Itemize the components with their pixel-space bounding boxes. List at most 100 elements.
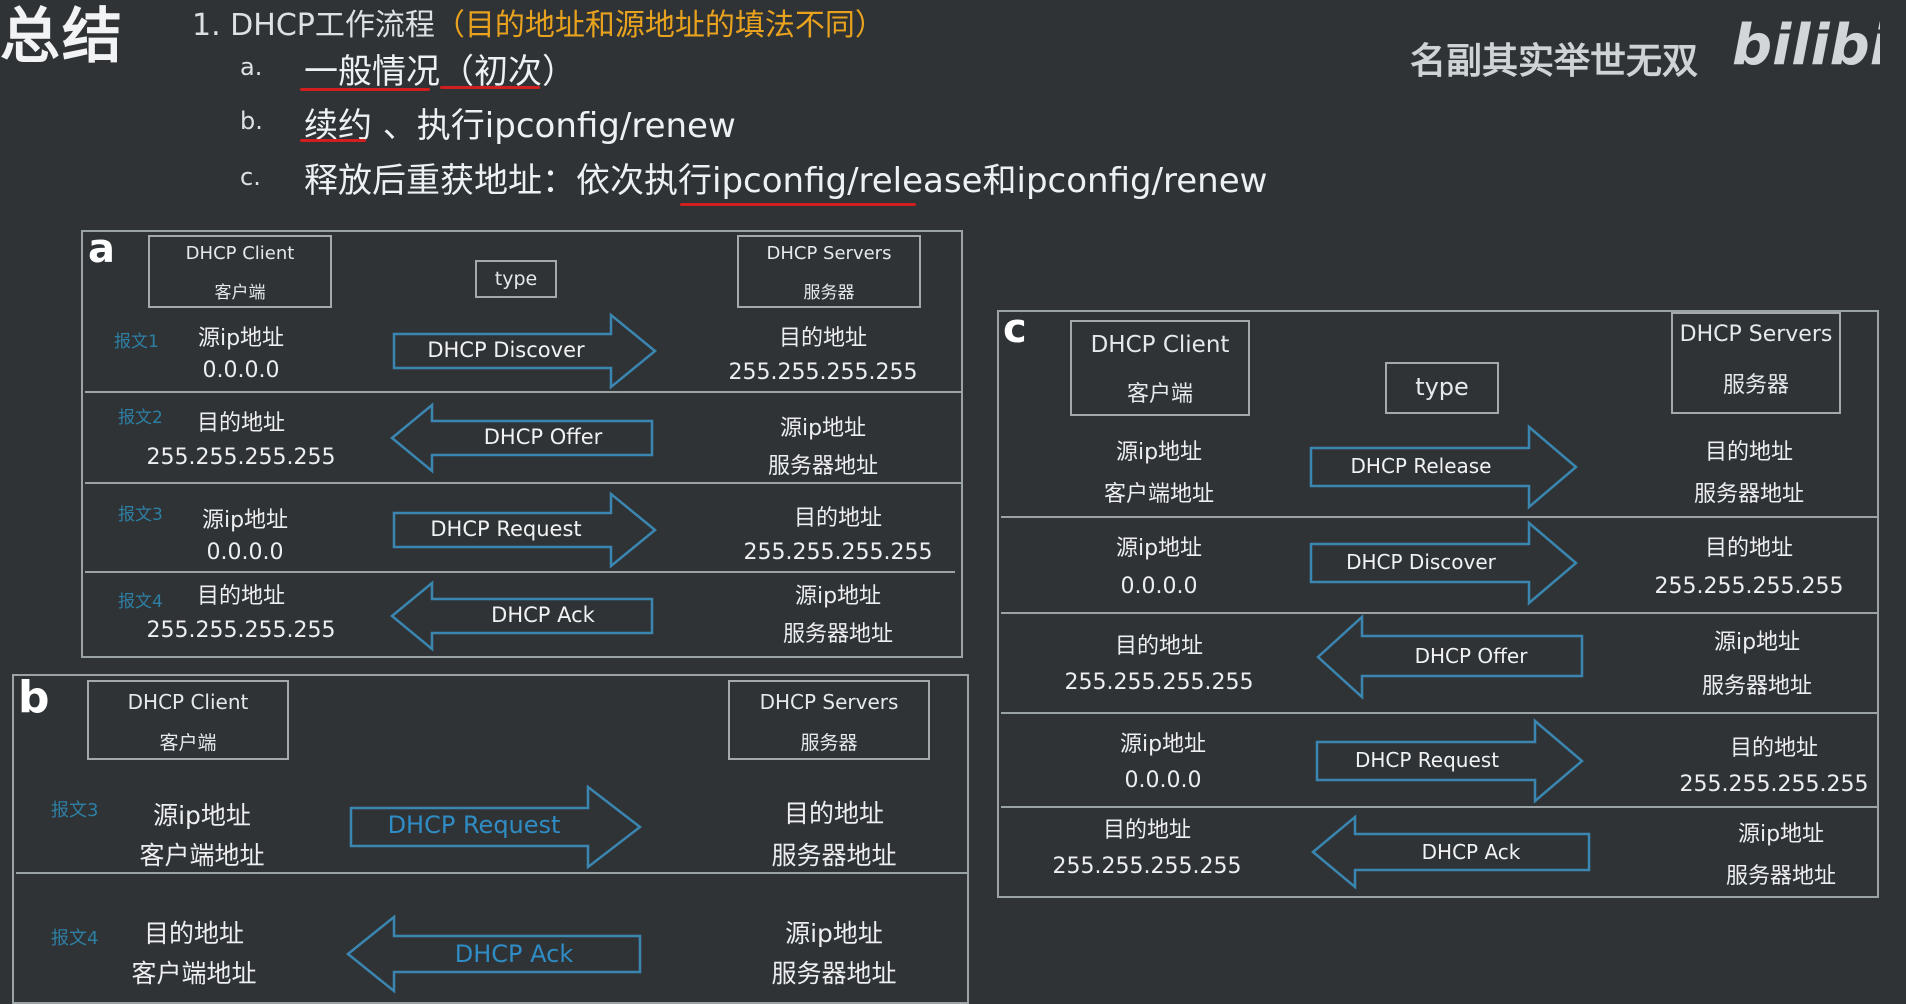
right-field-label: 目的地址	[793, 506, 882, 531]
right-field-value: 255.255.255.255	[743, 540, 933, 565]
client-box-title: DHCP Client	[185, 243, 295, 264]
right-field-label: 源ip地址	[1737, 822, 1825, 847]
right-field-value: 255.255.255.255	[728, 360, 918, 385]
left-field-label: 源ip地址	[1115, 536, 1203, 561]
server-box-title: DHCP Servers	[1679, 322, 1833, 347]
underline-mark	[300, 88, 430, 91]
right-field-label: 源ip地址	[794, 584, 882, 609]
slide-heading: 总结	[0, 2, 124, 72]
left-field-value: 0.0.0.0	[202, 358, 280, 383]
row-divider	[1001, 806, 1877, 808]
message-number: 报文3	[51, 800, 99, 821]
left-field-value: 客户端地址	[139, 841, 265, 870]
type-box: type	[1385, 362, 1499, 414]
panel-b: b DHCP Client 客户端 DHCP Servers 服务器 报文3 源…	[12, 672, 969, 1004]
row-divider	[85, 482, 961, 484]
left-field-label: 源ip地址	[201, 508, 289, 533]
row-divider	[85, 571, 955, 573]
left-field-value: 客户端地址	[131, 959, 257, 988]
right-field-value: 服务器地址	[782, 622, 893, 647]
bilibili-logo-text: bilibili	[1732, 13, 1880, 72]
panel-c: c DHCP Client 客户端 type DHCP Servers 服务器 …	[997, 306, 1879, 898]
right-field-label: 目的地址	[783, 799, 884, 828]
right-field-label: 目的地址	[1704, 440, 1793, 465]
arrow-label: DHCP Request	[430, 517, 582, 541]
client-box-title: DHCP Client	[1090, 332, 1230, 358]
left-field-value: 0.0.0.0	[1120, 574, 1198, 599]
server-box-title: DHCP Servers	[759, 690, 899, 714]
underline-mark	[300, 139, 366, 142]
underline-mark	[680, 203, 916, 206]
client-box-subtitle: 客户端	[159, 732, 217, 754]
server-box-subtitle: 服务器	[803, 283, 855, 303]
right-field-value: 服务器地址	[1693, 482, 1804, 507]
item-1: 1. DHCP工作流程（目的地址和源地址的填法不同）	[192, 0, 885, 44]
left-field-label: 目的地址	[1102, 818, 1191, 843]
server-box-title: DHCP Servers	[766, 243, 892, 264]
subitem-c-letter: c.	[240, 163, 261, 191]
right-field-value: 服务器地址	[767, 454, 878, 479]
left-field-value: 255.255.255.255	[1052, 854, 1242, 879]
right-field-value: 服务器地址	[771, 959, 897, 988]
left-field-value: 255.255.255.255	[1064, 670, 1254, 695]
panel-b-label: b	[18, 672, 50, 723]
left-field-value: 0.0.0.0	[206, 540, 284, 565]
right-field-label: 源ip地址	[1713, 630, 1801, 655]
panel-a-label: a	[88, 226, 115, 272]
left-field-value: 255.255.255.255	[146, 445, 336, 470]
subitem-b-letter: b.	[240, 107, 263, 135]
arrow-label: DHCP Ack	[491, 603, 595, 627]
subitem-b-text: 续约 、执行ipconfig/renew	[304, 106, 736, 146]
message-number: 报文4	[51, 928, 99, 949]
arrow-label: DHCP Ack	[1421, 840, 1521, 864]
left-field-value: 255.255.255.255	[146, 618, 336, 643]
arrow-label: DHCP Ack	[454, 940, 574, 968]
arrow-label: DHCP Discover	[1346, 550, 1496, 574]
message-number: 报文2	[118, 408, 163, 428]
watermark-slogan: 名副其实举世无双	[1410, 41, 1699, 82]
left-field-label: 目的地址	[143, 919, 244, 948]
row-divider	[85, 391, 961, 393]
underline-mark	[440, 86, 540, 89]
left-field-label: 目的地址	[196, 411, 285, 436]
bilibili-logo-icon: bilibili	[1732, 13, 1880, 72]
left-field-value: 客户端地址	[1103, 482, 1214, 507]
arrow-label: DHCP Request	[1354, 748, 1500, 772]
right-field-value: 255.255.255.255	[1654, 574, 1844, 599]
left-field-label: 源ip地址	[1115, 440, 1203, 465]
item-1-number: 1.	[192, 8, 221, 43]
client-box: DHCP Client 客户端	[148, 235, 332, 308]
arrow-label: DHCP Offer	[1414, 644, 1528, 668]
left-field-value: 0.0.0.0	[1124, 768, 1202, 793]
client-box-subtitle: 客户端	[1126, 382, 1193, 407]
client-box: DHCP Client 客户端	[1070, 320, 1250, 416]
server-box-subtitle: 服务器	[800, 732, 858, 754]
right-field-value: 255.255.255.255	[1679, 772, 1869, 797]
left-field-label: 源ip地址	[1119, 732, 1207, 757]
arrow-label: DHCP Discover	[427, 338, 585, 362]
left-field-label: 源ip地址	[197, 326, 285, 351]
subitem-c-text: 释放后重获地址：依次执行ipconfig/release和ipconfig/re…	[304, 161, 1268, 201]
item-1-highlight: （目的地址和源地址的填法不同）	[434, 8, 885, 43]
server-box: DHCP Servers 服务器	[737, 235, 921, 308]
message-number: 报文1	[114, 332, 159, 352]
left-field-label: 目的地址	[1114, 634, 1203, 659]
client-box-title: DHCP Client	[127, 690, 249, 714]
server-box: DHCP Servers 服务器	[1671, 312, 1841, 414]
subitem-a-letter: a.	[240, 53, 263, 81]
message-number: 报文3	[118, 505, 163, 525]
row-divider	[1001, 712, 1877, 714]
left-field-label: 源ip地址	[153, 801, 251, 830]
client-box: DHCP Client 客户端	[87, 680, 289, 760]
panel-a: a DHCP Client 客户端 type DHCP Servers 服务器 …	[81, 226, 963, 658]
right-field-label: 目的地址	[1729, 736, 1818, 761]
right-field-value: 服务器地址	[1725, 864, 1836, 889]
right-field-value: 服务器地址	[1701, 674, 1812, 699]
server-box-subtitle: 服务器	[1722, 373, 1789, 398]
server-box: DHCP Servers 服务器	[728, 680, 930, 760]
row-divider	[1001, 516, 1877, 518]
arrow-label: DHCP Offer	[483, 425, 603, 449]
right-field-label: 目的地址	[1704, 536, 1793, 561]
client-box-subtitle: 客户端	[214, 283, 266, 303]
panel-c-label: c	[1003, 306, 1027, 352]
